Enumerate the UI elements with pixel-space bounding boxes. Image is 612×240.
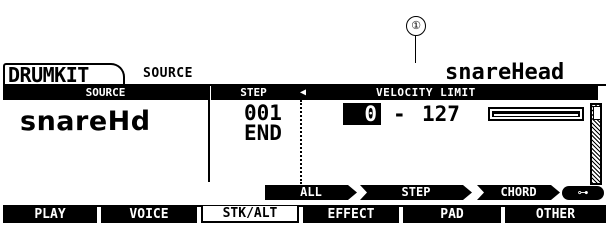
scrollbar[interactable] — [590, 103, 602, 185]
step-list[interactable]: 001 END — [244, 103, 282, 145]
mode-tab-source[interactable]: SOURCE — [143, 66, 193, 81]
column-header-source: SOURCE — [3, 86, 208, 100]
velocity-max-field[interactable]: 127 — [422, 103, 460, 125]
voice-name-title: snareHead — [445, 60, 565, 85]
step-end: END — [244, 121, 282, 145]
step-current[interactable]: 001 — [244, 103, 282, 124]
tab-stk-alt[interactable]: STK/ALT — [201, 206, 299, 223]
mode-tab-drumkit[interactable]: DRUMKIT — [3, 63, 125, 86]
tab-voice[interactable]: VOICE — [101, 206, 197, 223]
tab-other[interactable]: OTHER — [505, 206, 606, 223]
source-value[interactable]: snareHd — [20, 106, 151, 137]
scrollbar-thumb[interactable] — [593, 106, 601, 120]
tab-pad[interactable]: PAD — [403, 206, 501, 223]
scroll-left-arrow-icon[interactable]: ◀ — [300, 86, 306, 100]
key-icon[interactable]: ⊶ — [562, 186, 604, 200]
all-button[interactable]: ALL — [265, 185, 357, 200]
velocity-range-bar — [488, 107, 584, 121]
tab-play[interactable]: PLAY — [3, 206, 97, 223]
column-header-velocity-limit: ◀ VELOCITY LIMIT — [296, 86, 598, 100]
velocity-range-stripe — [494, 114, 578, 116]
column-header-step: STEP — [211, 86, 296, 100]
column-divider — [208, 86, 210, 182]
velocity-limit-label: VELOCITY LIMIT — [376, 86, 476, 99]
chord-button[interactable]: CHORD — [477, 185, 560, 200]
tab-effect[interactable]: EFFECT — [303, 206, 399, 223]
step-button[interactable]: STEP — [360, 185, 472, 200]
dotted-divider — [300, 100, 302, 184]
velocity-min-field[interactable]: 0 — [343, 103, 381, 125]
velocity-range-dash: - — [393, 102, 406, 126]
callout-marker: ① — [406, 16, 426, 36]
